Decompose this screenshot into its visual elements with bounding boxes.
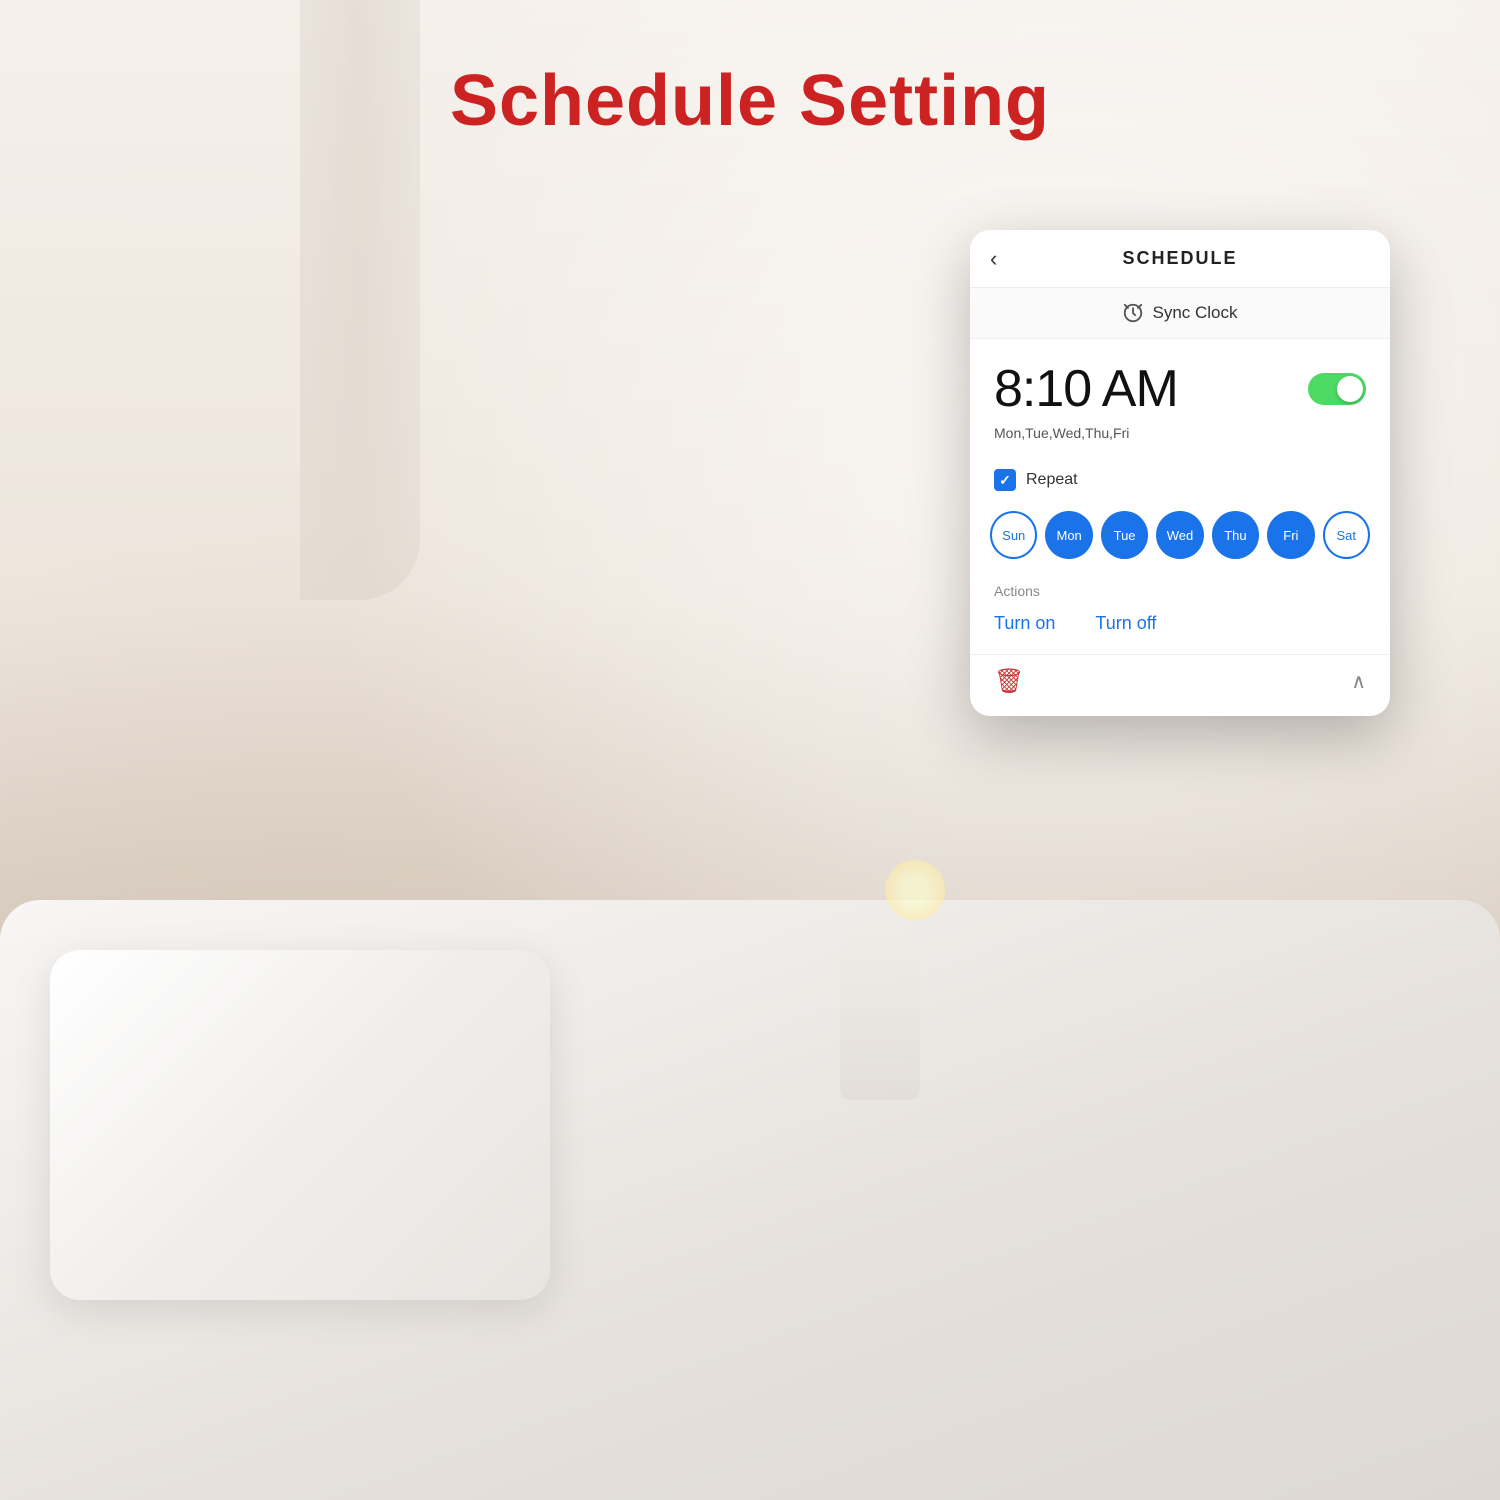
days-row: SunMonTueWedThuFriSat [970,503,1390,575]
day-pill-tue[interactable]: Tue [1101,511,1148,559]
day-pill-fri[interactable]: Fri [1267,511,1314,559]
page-title: Schedule Setting [0,60,1500,142]
active-days-label: Mon,Tue,Wed,Thu,Fri [994,425,1366,441]
toggle-knob [1337,376,1363,402]
sync-clock-label: Sync Clock [1152,303,1237,323]
day-pill-thu[interactable]: Thu [1212,511,1259,559]
card-header: ‹ SCHEDULE [970,230,1390,288]
delete-button[interactable]: 🗑 [994,667,1024,696]
screen-title: SCHEDULE [1122,248,1237,269]
check-icon: ✓ [999,472,1011,489]
repeat-label: Repeat [1026,471,1078,489]
back-button[interactable]: ‹ [990,246,997,272]
sync-clock-row[interactable]: Sync Clock [970,288,1390,339]
bottom-row: 🗑 ∧ [970,654,1390,716]
turn-on-button[interactable]: Turn on [994,609,1055,638]
pillow-decoration [50,950,550,1300]
collapse-button[interactable]: ∧ [1351,669,1366,694]
turn-off-button[interactable]: Turn off [1095,609,1156,638]
schedule-toggle[interactable] [1308,373,1366,405]
day-pill-sun[interactable]: Sun [990,511,1037,559]
repeat-row: ✓ Repeat [970,457,1390,503]
repeat-checkbox[interactable]: ✓ [994,469,1016,491]
schedule-app-card: ‹ SCHEDULE Sync Clock 8:10 AM Mon,Tue,We… [970,230,1390,716]
day-pill-wed[interactable]: Wed [1156,511,1203,559]
day-pill-mon[interactable]: Mon [1045,511,1092,559]
actions-label: Actions [994,583,1366,599]
day-pill-sat[interactable]: Sat [1323,511,1370,559]
time-row: 8:10 AM [994,359,1366,419]
flower-decoration [885,860,945,920]
time-display[interactable]: 8:10 AM [994,359,1178,419]
time-section: 8:10 AM Mon,Tue,Wed,Thu,Fri [970,339,1390,457]
clock-sync-icon [1122,302,1144,324]
action-buttons-row: Turn on Turn off [994,609,1366,638]
lamp-decoration [840,920,920,1100]
actions-section: Actions Turn on Turn off [970,575,1390,654]
